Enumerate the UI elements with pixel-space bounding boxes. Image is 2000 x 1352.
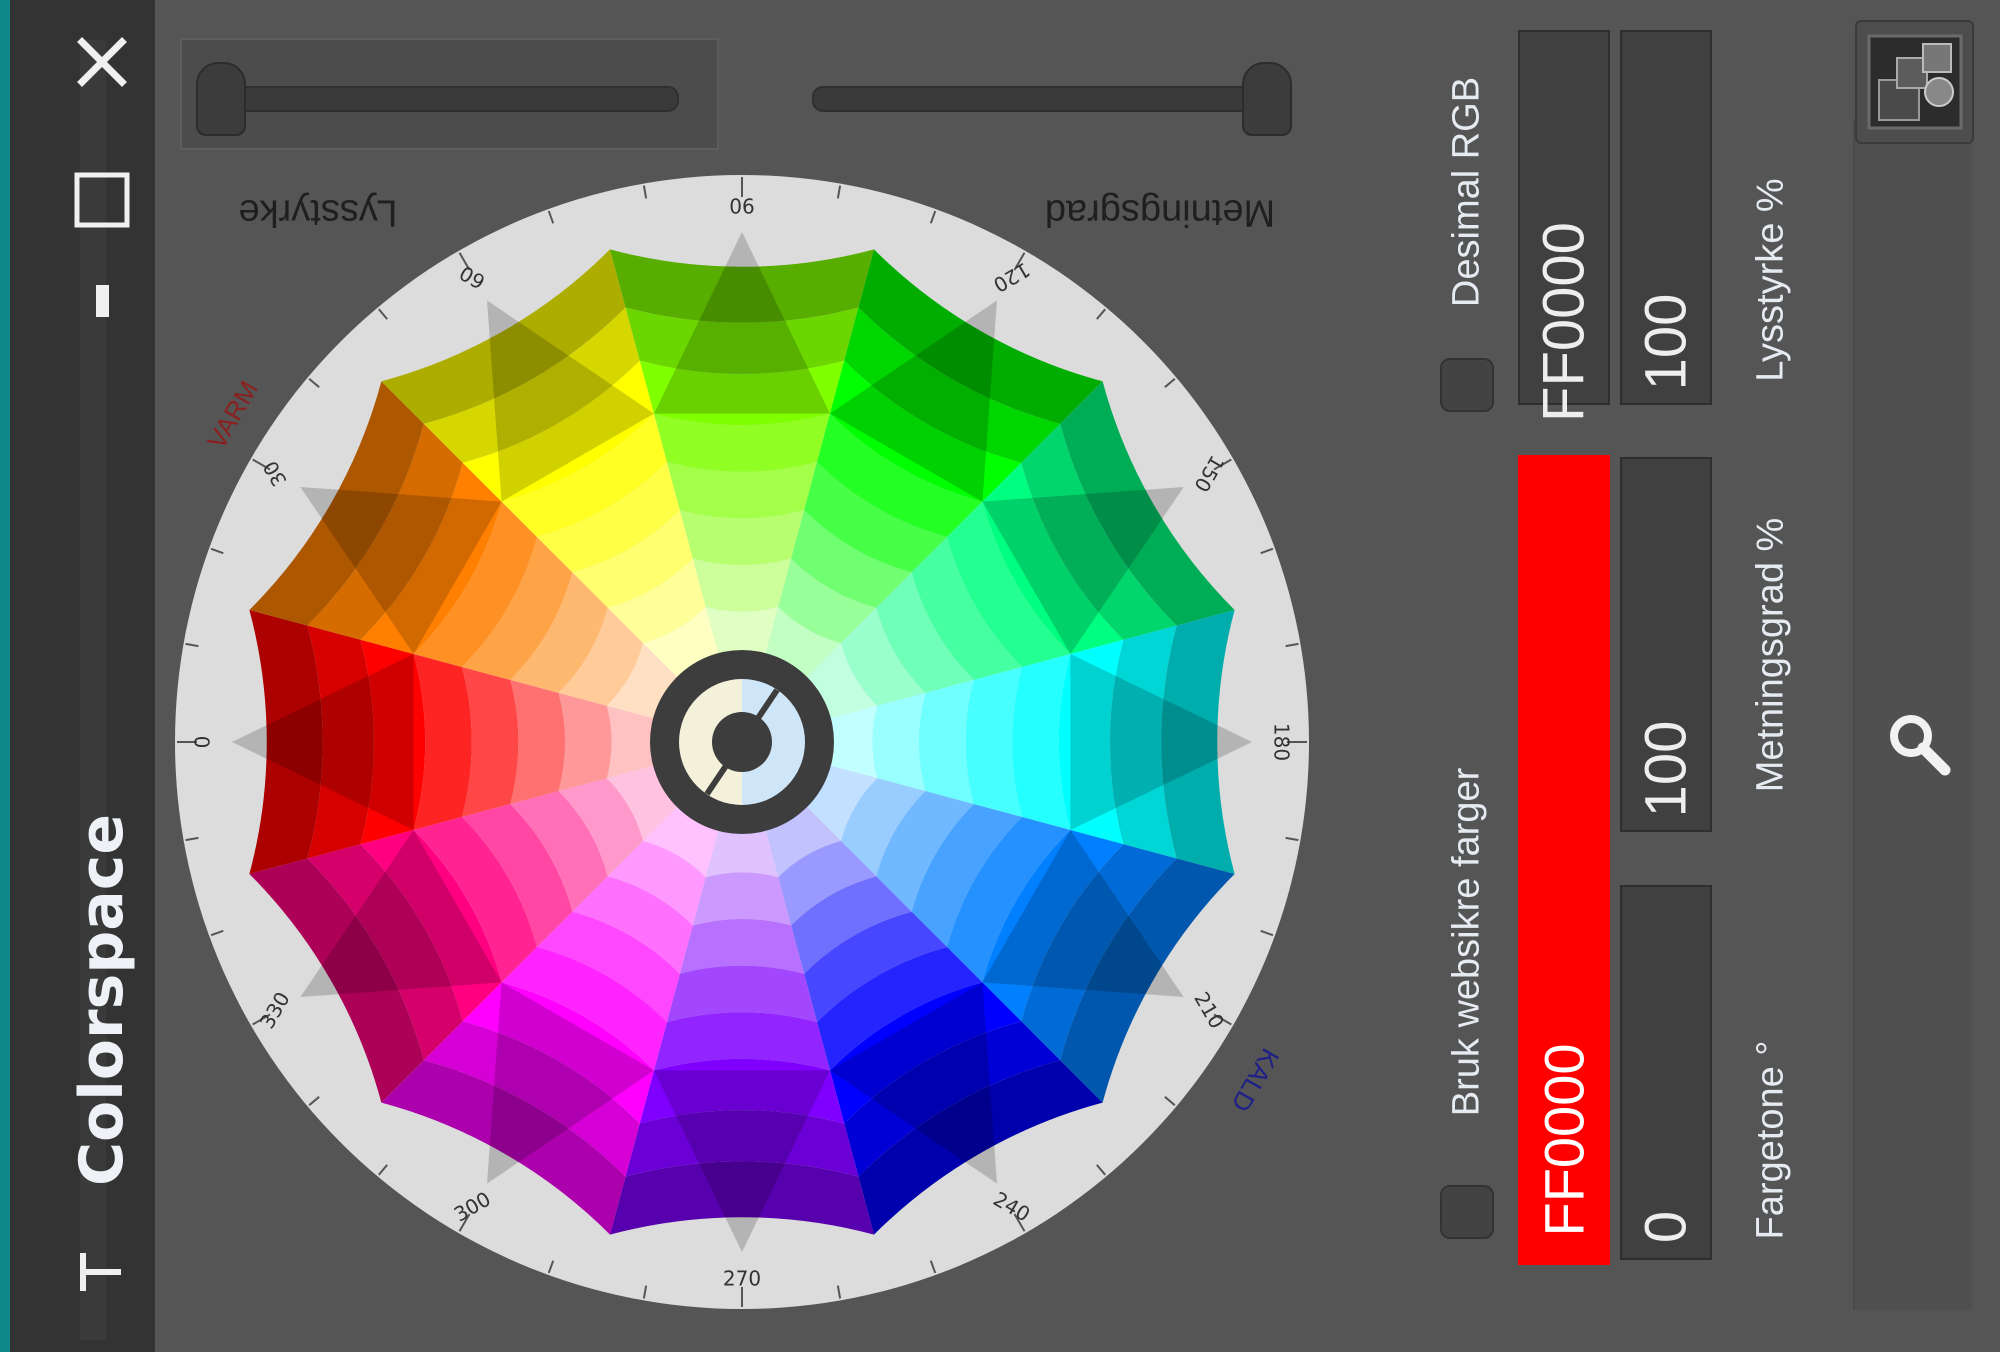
degree-label: 180 [1270,723,1294,761]
saturation-input-value: 100 [1633,720,1699,818]
websafe-checkbox[interactable] [1440,1185,1494,1239]
maximize-icon[interactable] [70,168,134,232]
center-indicator [650,650,834,834]
lightness-slider[interactable] [230,86,679,112]
degree-label: 270 [723,1267,761,1291]
hue-cell[interactable] [692,872,792,926]
hue-cell[interactable] [919,679,974,805]
lightness-field-label: Lysstyrke % [1749,178,1792,382]
hue-input-value: 0 [1633,1210,1699,1244]
decimal-rgb-label: Desimal RGB [1445,76,1488,308]
saturation-slider[interactable] [812,86,1271,112]
lightness-slider-handle[interactable] [196,62,246,136]
close-icon[interactable] [70,30,134,94]
websafe-label: Bruk websikre farger [1445,767,1488,1117]
swatch-hex-text: FF0000 [1532,1043,1596,1237]
hex-input-value: FF0000 [1531,222,1597,422]
saturation-field-label: Metningsgrad % [1749,517,1792,793]
hue-cell[interactable] [872,692,926,792]
saturation-slider-handle[interactable] [1242,62,1292,136]
degree-label: 90 [729,194,754,218]
hue-cell[interactable] [510,679,565,805]
saturation-input[interactable]: 100 [1620,457,1712,832]
hue-input[interactable]: 0 [1620,885,1712,1260]
hex-input[interactable]: FF0000 [1518,30,1610,422]
minimize-icon[interactable] [70,268,134,332]
hue-cell[interactable] [558,692,612,792]
pin-icon[interactable] [70,1240,134,1304]
color-picker-icon [1867,34,1963,130]
hue-cell[interactable] [692,558,792,612]
degree-label: 0 [191,736,215,749]
window-edge [0,0,10,1352]
window-title: Colorspace [67,813,137,1187]
lightness-input[interactable]: 100 [1620,30,1712,405]
color-picker-button[interactable] [1855,20,1974,144]
color-wheel[interactable]: 0306090120150180210240270300330 [165,165,1320,1320]
hue-field-label: Fargetone ° [1749,1040,1792,1240]
hue-cell[interactable] [679,919,805,974]
decimal-rgb-checkbox[interactable] [1440,358,1494,412]
lightness-input-value: 100 [1633,293,1699,391]
title-bar: Colorspace [10,0,155,1352]
hue-cell[interactable] [679,510,805,565]
search-icon[interactable] [1885,710,1955,780]
